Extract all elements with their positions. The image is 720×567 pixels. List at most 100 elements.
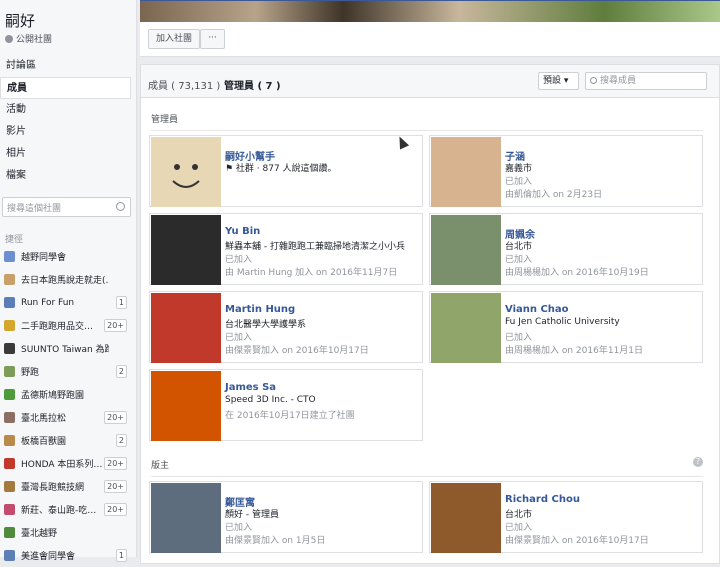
member-status: 已加入 [225, 523, 253, 533]
member-added-by: 由傑景賢加入 on 2016年10月17日 [505, 536, 649, 546]
avatar[interactable] [151, 483, 221, 553]
cover-photo[interactable] [140, 0, 720, 22]
group-icon [4, 343, 15, 354]
help-icon[interactable]: ? [693, 457, 703, 467]
avatar[interactable] [151, 293, 221, 363]
member-search-input[interactable]: 搜尋成員 [585, 72, 707, 90]
shortcut-label: 美進會同學會 [21, 552, 76, 562]
member-card[interactable]: James Sa Speed 3D Inc. - CTO 在 2016年10月17日… [149, 369, 423, 441]
shortcut-label: 二手跑跑用品交… [21, 322, 94, 332]
group-icon [4, 412, 15, 423]
group-nav: 討論區 成員 活動 影片 相片 檔案 [0, 55, 131, 187]
notification-badge: 2 [115, 434, 127, 447]
member-status: 在 2016年10月17日建立了社團 [225, 411, 355, 421]
top-bar-edge [140, 0, 720, 1]
member-name[interactable]: James Sa [225, 382, 276, 393]
privacy-label: 公開社團 [5, 32, 52, 45]
member-name[interactable]: Richard Chou [505, 494, 580, 505]
shortcut-label: 臺北馬拉松 [21, 414, 67, 424]
nav-events[interactable]: 活動 [0, 99, 131, 121]
member-card[interactable]: 嗣好小幫手 ⚑ 社群 · 877 人說這個讚。 [149, 135, 423, 207]
avatar[interactable] [431, 483, 501, 553]
shortcut-item[interactable]: Run For Fun 1 [0, 291, 131, 314]
member-added-by: 由 Martin Hung 加入 on 2016年11月7日 [225, 268, 398, 278]
shortcut-item[interactable]: 野跑 2 [0, 360, 131, 383]
smiley-icon [172, 164, 200, 188]
section-admins: 管理員 [151, 112, 703, 131]
shortcut-label: 臺灣長跑競技網 [21, 483, 85, 493]
member-info: 顏好 - 管理員 [225, 510, 279, 520]
sort-dropdown[interactable]: 預設 ▾ [538, 72, 579, 90]
avatar[interactable] [431, 293, 501, 363]
left-sidebar: 嗣好 公開社團 討論區 成員 活動 影片 相片 檔案 搜尋這個社團 捷徑 越野同… [0, 0, 137, 562]
search-icon[interactable] [116, 202, 125, 211]
group-icon [4, 527, 15, 538]
shortcut-item[interactable]: 孟德斯鳩野跑園 [0, 383, 131, 406]
member-info: 台北市 [505, 242, 533, 252]
group-title[interactable]: 嗣好 [5, 10, 35, 31]
shortcut-item[interactable]: SUUNTO Taiwan 為跑… [0, 337, 131, 360]
nav-files[interactable]: 檔案 [0, 165, 131, 187]
member-card[interactable]: Yu Bin 鮮蟲本舖 - 打雜跑跑工兼臨掃地清潔之小小兵 已加入由 Martin … [149, 213, 423, 285]
notification-badge: 2 [115, 365, 127, 378]
group-icon [4, 435, 15, 446]
avatar[interactable] [151, 371, 221, 441]
shortcut-item[interactable]: 去日本跑馬說走就走(… [0, 268, 131, 291]
member-search-placeholder: 搜尋成員 [600, 76, 637, 86]
group-icon [4, 251, 15, 262]
shortcut-item[interactable]: 臺灣長跑競技網 20+ [0, 475, 131, 498]
section-moderators: 版主 [151, 458, 703, 477]
shortcut-label: SUUNTO Taiwan 為跑… [21, 345, 109, 355]
group-search-input[interactable]: 搜尋這個社團 [2, 197, 131, 217]
notification-badge: 1 [115, 549, 127, 562]
shortcut-item[interactable]: HONDA 本田系列… 20+ [0, 452, 131, 475]
members-panel: 成員 ( 73,131 ) 管理員 ( 7 ) 預設 ▾ 搜尋成員 管理員 嗣好… [140, 64, 720, 564]
tab-admins[interactable]: 管理員 ( 7 ) [224, 77, 281, 92]
notification-badge: 20+ [104, 457, 127, 470]
notification-badge: 20+ [104, 503, 127, 516]
shortcut-item[interactable]: 美進會同學會 1 [0, 544, 131, 567]
group-icon [4, 320, 15, 331]
member-info: Speed 3D Inc. - CTO [225, 395, 316, 405]
avatar[interactable] [151, 215, 221, 285]
avatar[interactable] [431, 137, 501, 207]
nav-photos[interactable]: 相片 [0, 143, 131, 165]
shortcut-label: HONDA 本田系列… [21, 460, 103, 470]
shortcut-item[interactable]: 二手跑跑用品交… 20+ [0, 314, 131, 337]
shortcut-label: 板橋百獸園 [21, 437, 67, 447]
avatar[interactable] [151, 137, 221, 207]
member-card[interactable]: 鄭匡寓 顏好 - 管理員 已加入 由傑景賢加入 on 1月5日 [149, 481, 423, 553]
group-icon [4, 366, 15, 377]
member-info: 台北市 [505, 510, 533, 520]
join-group-button[interactable]: 加入社團 [148, 29, 201, 49]
member-card[interactable]: Viann Chao Fu Jen Catholic University 已加入由… [429, 291, 703, 363]
member-added-by: 由凱倫加入 on 2月23日 [505, 190, 603, 200]
group-icon [4, 550, 15, 561]
shortcut-item[interactable]: 板橋百獸園 2 [0, 429, 131, 452]
nav-videos[interactable]: 影片 [0, 121, 131, 143]
member-card[interactable]: 周姵余 台北市 已加入 由周楊楊加入 on 2016年10月19日 [429, 213, 703, 285]
shortcut-item[interactable]: 臺北越野 [0, 521, 131, 544]
member-name[interactable]: Yu Bin [225, 226, 260, 237]
search-icon [590, 77, 597, 84]
avatar[interactable] [431, 215, 501, 285]
member-card[interactable]: 子涵 嘉義市 已加入 由凱倫加入 on 2月23日 [429, 135, 703, 207]
member-name[interactable]: Martin Hung [225, 304, 295, 315]
shortcut-item[interactable]: 越野同學會 [0, 245, 131, 268]
shortcut-item[interactable]: 臺北馬拉松 20+ [0, 406, 131, 429]
nav-members[interactable]: 成員 [0, 77, 131, 99]
shortcut-item[interactable]: 新莊、泰山跑-吃… 20+ [0, 498, 131, 521]
member-added-by: 由傑景賢加入 on 1月5日 [225, 536, 326, 546]
more-options-button[interactable]: ··· [200, 29, 225, 49]
member-tabs: 成員 ( 73,131 ) 管理員 ( 7 ) 預設 ▾ 搜尋成員 [141, 65, 719, 98]
nav-discussion[interactable]: 討論區 [0, 55, 131, 77]
member-card[interactable]: Richard Chou 台北市 已加入 由傑景賢加入 on 2016年10月17日 [429, 481, 703, 553]
tab-members[interactable]: 成員 ( 73,131 ) [148, 77, 220, 92]
member-info: Fu Jen Catholic University [505, 317, 620, 327]
notification-badge: 20+ [104, 480, 127, 493]
member-name[interactable]: Viann Chao [505, 304, 569, 315]
member-card[interactable]: Martin Hung 台北醫學大學護學系 已加入 由傑景賢加入 on 2016年10… [149, 291, 423, 363]
member-status: 已加入 [225, 333, 253, 343]
shortcut-label: 去日本跑馬說走就走(… [21, 276, 109, 286]
member-status: 已加入 [505, 177, 533, 187]
